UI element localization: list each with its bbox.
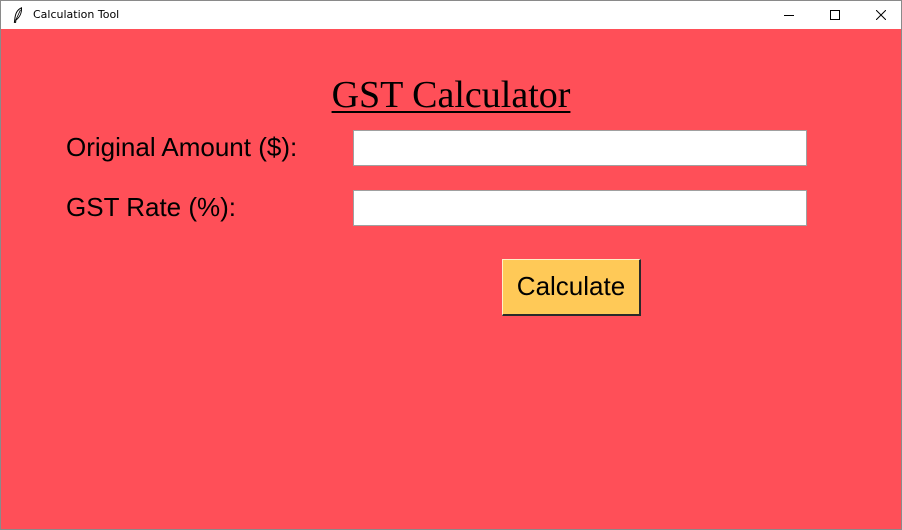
- app-window: Calculation Tool GST Calculator Original…: [0, 0, 902, 530]
- close-button[interactable]: [858, 1, 902, 29]
- page-title: GST Calculator: [331, 74, 571, 116]
- original-amount-label: Original Amount ($):: [66, 132, 298, 162]
- calculator-panel: GST Calculator Original Amount ($): GST …: [1, 29, 901, 529]
- maximize-button[interactable]: [812, 1, 858, 29]
- minimize-icon: [784, 15, 794, 16]
- maximize-icon: [830, 10, 840, 20]
- feather-icon: [13, 7, 23, 23]
- title-bar[interactable]: Calculation Tool: [1, 1, 901, 29]
- gst-rate-input[interactable]: [353, 190, 807, 226]
- gst-rate-label: GST Rate (%):: [66, 192, 237, 222]
- close-icon: [876, 10, 886, 20]
- original-amount-input[interactable]: [353, 130, 807, 166]
- window-title: Calculation Tool: [33, 8, 120, 21]
- minimize-button[interactable]: [766, 1, 812, 29]
- calculate-button[interactable]: Calculate: [502, 259, 641, 316]
